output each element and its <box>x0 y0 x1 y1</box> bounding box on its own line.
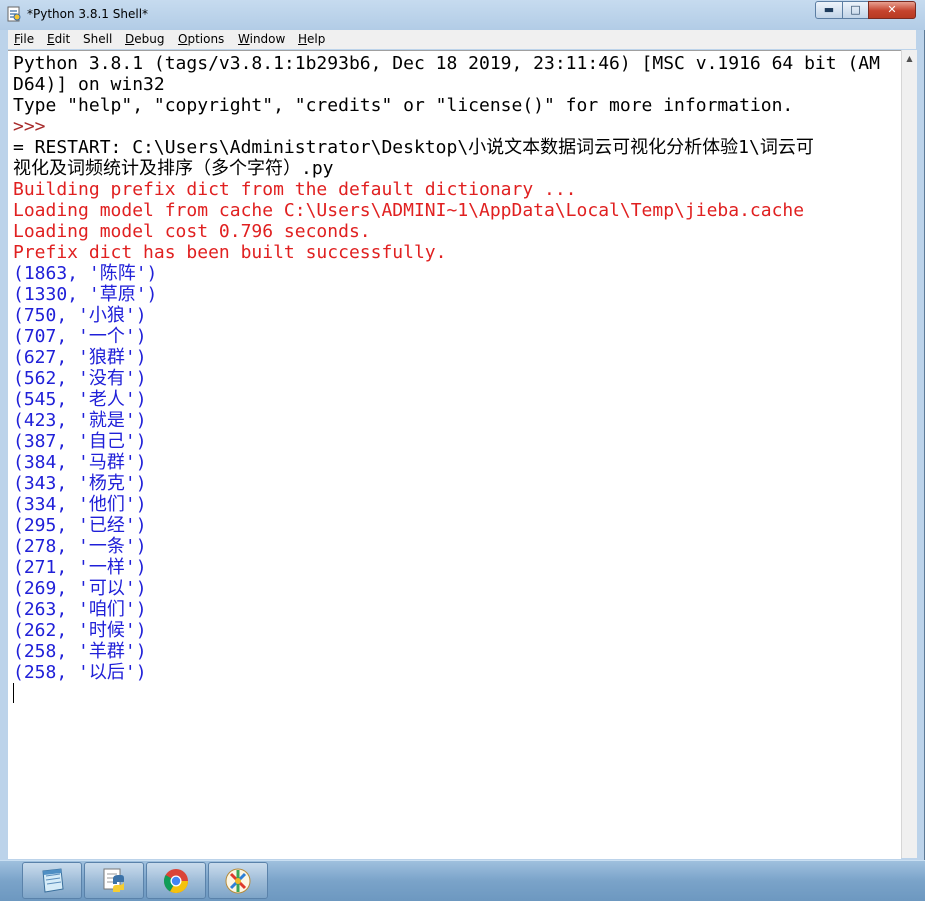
output-line: (1330, '草原') <box>13 284 158 305</box>
output-line: (384, '马群') <box>13 452 147 473</box>
stderr-line: Prefix dict has been built successfully. <box>13 242 447 263</box>
chrome-icon <box>163 869 188 894</box>
menu-shell[interactable]: Shell <box>83 32 112 46</box>
window-title: *Python 3.8.1 Shell* <box>27 7 149 21</box>
menu-options-label: ptions <box>187 32 225 46</box>
output-line: (423, '就是') <box>13 410 147 431</box>
menu-debug-label: ebug <box>134 32 165 46</box>
menu-window-label: indow <box>249 32 286 46</box>
output-line: (627, '狼群') <box>13 347 147 368</box>
menu-shell-label: Shell <box>83 32 113 46</box>
menu-help-mnemonic: H <box>298 32 308 46</box>
output-line: (1863, '陈阵') <box>13 263 158 284</box>
python-idle-icon <box>7 6 21 22</box>
menu-debug[interactable]: Debug <box>125 32 164 46</box>
output-line: (545, '老人') <box>13 389 147 410</box>
output-line: (258, '以后') <box>13 662 147 683</box>
stderr-line: Building prefix dict from the default di… <box>13 179 577 200</box>
output-line: (262, '时候') <box>13 620 147 641</box>
output-line: (269, '可以') <box>13 578 147 599</box>
vertical-scrollbar[interactable]: ▲ <box>901 50 917 858</box>
idle-shell-window: *Python 3.8.1 Shell* ▬ □ ✕ File Edit She… <box>0 0 925 860</box>
menu-help-label: elp <box>307 32 326 46</box>
output-line: (562, '没有') <box>13 368 147 389</box>
shell-text-area[interactable]: Python 3.8.1 (tags/v3.8.1:1b293b6, Dec 1… <box>8 50 901 859</box>
output-line: (271, '一样') <box>13 557 147 578</box>
scroll-up-arrow-icon[interactable]: ▲ <box>902 52 917 66</box>
title-bar[interactable]: *Python 3.8.1 Shell* ▬ □ ✕ <box>0 0 925 30</box>
output-line: (334, '他们') <box>13 494 147 515</box>
menu-help[interactable]: Help <box>298 32 325 46</box>
restart-line: 视化及词频统计及排序（多个字符）.py <box>13 158 334 179</box>
output-line: (750, '小狼') <box>13 305 147 326</box>
menu-edit-mnemonic: E <box>47 32 55 46</box>
banner-line: D64)] on win32 <box>13 74 165 95</box>
restart-line: = RESTART: C:\Users\Administrator\Deskto… <box>13 137 814 158</box>
output-line: (295, '已经') <box>13 515 147 536</box>
python-icon <box>103 868 124 892</box>
menu-edit-label: dit <box>54 32 71 46</box>
stderr-line: Loading model from cache C:\Users\ADMINI… <box>13 200 805 221</box>
maximize-button[interactable]: □ <box>842 1 869 19</box>
output-line: (707, '一个') <box>13 326 147 347</box>
menu-window[interactable]: Window <box>238 32 285 46</box>
banner-line: Type "help", "copyright", "credits" or "… <box>13 95 794 116</box>
taskbar <box>0 860 925 901</box>
output-line: (387, '自己') <box>13 431 147 452</box>
taskbar-paint-button[interactable] <box>208 862 268 899</box>
menu-bar: File Edit Shell Debug Options Window Hel… <box>8 30 916 49</box>
menu-window-mnemonic: W <box>238 32 250 46</box>
text-cursor <box>13 683 14 703</box>
shell-prompt: >>> <box>13 116 46 137</box>
notepad-icon <box>42 868 64 893</box>
output-line: (343, '杨克') <box>13 473 147 494</box>
close-button[interactable]: ✕ <box>868 1 916 19</box>
taskbar-notepad-button[interactable] <box>22 862 82 899</box>
menu-file[interactable]: File <box>14 32 34 46</box>
output-line: (278, '一条') <box>13 536 147 557</box>
taskbar-python-button[interactable] <box>84 862 144 899</box>
menu-file-label: ile <box>20 32 35 46</box>
output-line: (258, '羊群') <box>13 641 147 662</box>
menu-options[interactable]: Options <box>178 32 224 46</box>
minimize-button[interactable]: ▬ <box>815 1 843 19</box>
menu-debug-mnemonic: D <box>125 32 135 46</box>
menu-edit[interactable]: Edit <box>47 32 70 46</box>
paint-icon <box>225 868 251 894</box>
taskbar-chrome-button[interactable] <box>146 862 206 899</box>
banner-line: Python 3.8.1 (tags/v3.8.1:1b293b6, Dec 1… <box>13 53 880 74</box>
stderr-line: Loading model cost 0.796 seconds. <box>13 221 371 242</box>
output-line: (263, '咱们') <box>13 599 147 620</box>
